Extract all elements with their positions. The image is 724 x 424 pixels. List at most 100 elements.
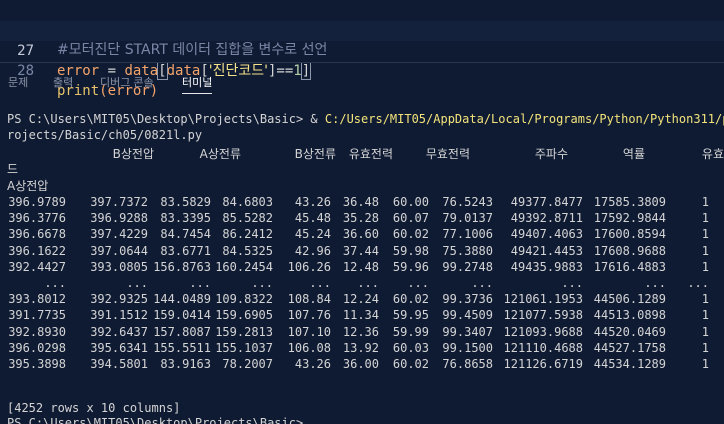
table-cell: 1 <box>701 259 709 274</box>
table-cell: 17608.9688 <box>593 243 666 258</box>
tab-debug-console[interactable]: 디버그 콘솔 <box>100 74 154 90</box>
table-cell: ... <box>644 276 666 290</box>
table-row: 393.8012 392.9325 144.0489 109.8322 108.84 12… <box>0 292 724 308</box>
table-cell: 1 <box>701 324 709 339</box>
table-cell: ... <box>189 276 211 290</box>
column-header: 역률 <box>622 147 645 161</box>
table-cell: 44513.0898 <box>593 308 666 323</box>
table-row: 392.4427 393.0805 156.8763 160.2454 106.26 12… <box>0 260 724 276</box>
table-cell: 121126.6719 <box>503 357 583 371</box>
column-header: A상전류 <box>199 147 241 161</box>
table-cell: 83.9163 <box>160 357 211 371</box>
table-cell: 144.0489 <box>153 292 211 307</box>
table-cell: 36.00 <box>342 357 379 371</box>
table-cell: 49377.8477 <box>510 195 583 209</box>
column-header: B상전압 <box>112 147 154 161</box>
table-cell: 60.02 <box>392 227 429 242</box>
table-cell: 99.1500 <box>442 340 493 355</box>
table-cell: 49421.4453 <box>510 243 583 258</box>
table-cell: ... <box>251 276 273 290</box>
table-cell: 393.0805 <box>90 259 148 274</box>
table-cell: 60.07 <box>392 211 429 226</box>
table-cell: 49435.9883 <box>510 259 583 274</box>
table-cell: 13.92 <box>342 340 379 355</box>
index-label: A상전압 <box>7 179 49 193</box>
table-cell: 76.8658 <box>442 357 493 371</box>
table-cell: 60.03 <box>392 340 429 355</box>
table-row: 392.8930 392.6437 157.8087 159.2813 107.10 12… <box>0 325 724 341</box>
table-row: ................................. <box>0 276 724 292</box>
table-cell: 1 <box>701 243 709 258</box>
code-line-28[interactable]: 28 print(error) <box>0 41 724 99</box>
table-cell: 392.4427 <box>8 259 66 274</box>
table-cell: 396.9789 <box>8 195 66 209</box>
table-cell: 45.48 <box>294 211 331 226</box>
table-cell: 85.5282 <box>222 211 273 226</box>
table-cell: 49392.8711 <box>510 211 583 226</box>
table-cell: 155.1037 <box>215 340 273 355</box>
table-cell: 83.3395 <box>160 211 211 226</box>
table-cell: 37.44 <box>342 243 379 258</box>
table-cell: 86.2412 <box>222 227 273 242</box>
table-cell: 79.0137 <box>442 211 493 226</box>
table-cell: 59.95 <box>392 308 429 323</box>
header-wrap-tail: 드 <box>7 162 19 176</box>
terminal-output[interactable]: PS C:\Users\MIT05\Desktop\Projects\Basic… <box>0 98 724 424</box>
table-cell: 99.2748 <box>442 259 493 274</box>
tab-terminal[interactable]: 터미널 <box>182 74 213 94</box>
tab-problems[interactable]: 문제 <box>8 74 28 90</box>
table-cell: 17585.3809 <box>593 195 666 209</box>
table-cell: 397.0644 <box>90 243 148 258</box>
table-cell: 121077.5938 <box>503 308 583 323</box>
table-cell: ... <box>357 276 379 290</box>
table-cell: 36.60 <box>342 227 379 242</box>
table-row: 396.6678 397.4229 84.7454 86.2412 45.24 36.60… <box>0 227 724 243</box>
table-cell: 396.3776 <box>8 211 66 226</box>
table-cell: 107.10 <box>287 324 331 339</box>
table-cell: 76.5243 <box>442 195 493 209</box>
table-cell: 60.00 <box>392 195 429 209</box>
table-cell: 59.99 <box>392 324 429 339</box>
table-row: 391.7735 391.1512 159.0414 159.6905 107.76 11… <box>0 308 724 324</box>
table-cell: 49407.4063 <box>510 227 583 242</box>
terminal-command-line: PS C:\Users\MIT05\Desktop\Projects\Basic… <box>7 112 724 128</box>
table-cell: 99.3407 <box>442 324 493 339</box>
tab-output[interactable]: 출력 <box>53 74 73 90</box>
table-cell: ... <box>561 276 583 290</box>
table-cell: 1 <box>701 308 709 323</box>
table-cell: 396.9288 <box>90 211 148 226</box>
table-cell: ... <box>471 276 493 290</box>
table-cell: 395.3898 <box>8 357 66 371</box>
table-cell: 396.1622 <box>8 243 66 258</box>
table-cell: 83.6771 <box>160 243 211 258</box>
table-cell: 45.24 <box>294 227 331 242</box>
table-cell: 60.02 <box>392 357 429 371</box>
table-cell: ... <box>407 276 429 290</box>
panel-tab-bar: 문제 출력 디버그 콘솔 터미널 <box>0 62 724 99</box>
table-cell: 1 <box>701 227 709 242</box>
code-line-27[interactable]: 27 error = data[data['진단코드']==1] <box>0 21 724 80</box>
table-cell: 108.84 <box>287 292 331 307</box>
table-cell: 84.7454 <box>160 227 211 242</box>
table-row: 396.1622 397.0644 83.6771 84.5325 42.96 37.44… <box>0 244 724 260</box>
table-cell: 396.0298 <box>8 340 66 355</box>
table-cell: ... <box>687 276 709 290</box>
column-header: 유효전력 <box>348 147 393 161</box>
table-cell: ... <box>44 276 66 290</box>
table-cell: 44520.0469 <box>593 324 666 339</box>
table-cell: 99.3736 <box>442 292 493 307</box>
code-editor[interactable]: 26 #모터진단 START 데이터 집합을 변수로 선언 27 error =… <box>0 0 724 99</box>
table-cell: 1 <box>701 340 709 355</box>
code-line-26[interactable]: 26 #모터진단 START 데이터 집합을 변수로 선언 <box>0 0 724 58</box>
table-cell: ... <box>309 276 331 290</box>
table-cell: 156.8763 <box>153 259 211 274</box>
dataframe-body: 396.9789 397.7372 83.5829 84.6803 43.26 36.48… <box>0 195 724 385</box>
column-header: 주파수 <box>534 147 568 161</box>
table-cell: 392.8930 <box>8 324 66 339</box>
table-cell: 44527.1758 <box>593 340 666 355</box>
table-cell: 392.6437 <box>90 324 148 339</box>
table-cell: 159.2813 <box>215 324 273 339</box>
table-cell: 109.8322 <box>215 292 273 307</box>
next-prompt: PS C:\Users\MIT05\Desktop\Projects\Basic… <box>7 416 304 424</box>
table-cell: 392.9325 <box>90 292 148 307</box>
